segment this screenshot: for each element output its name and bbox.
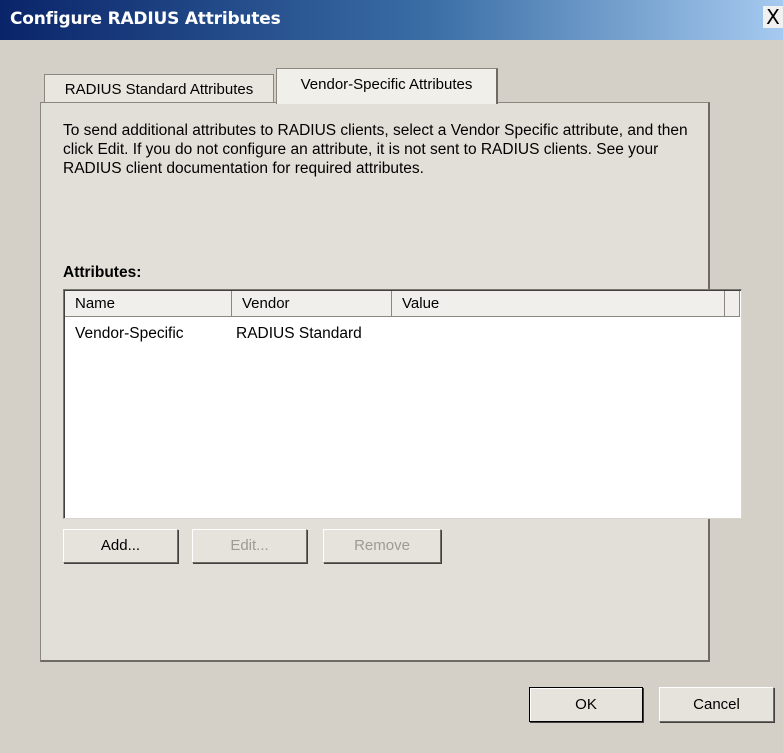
list-header: Name Vendor Value <box>65 291 740 317</box>
tab-radius-standard-attributes[interactable]: RADIUS Standard Attributes <box>44 74 274 103</box>
window-title: Configure RADIUS Attributes <box>10 9 281 29</box>
close-icon[interactable]: X <box>763 6 783 28</box>
column-header-filler <box>725 291 740 317</box>
remove-button[interactable]: Remove <box>323 529 441 563</box>
cancel-button[interactable]: Cancel <box>659 687 774 722</box>
ok-button[interactable]: OK <box>529 687 643 722</box>
row-vendor-cell: RADIUS Standard <box>236 325 362 342</box>
edit-button[interactable]: Edit... <box>192 529 307 563</box>
tab-vendor-specific-attributes[interactable]: Vendor-Specific Attributes <box>276 68 498 104</box>
title-bar: Configure RADIUS Attributes X <box>0 0 783 40</box>
attributes-list[interactable]: Name Vendor Value Vendor-Specific RADIUS… <box>63 289 742 519</box>
row-name-cell: Vendor-Specific <box>75 325 184 342</box>
column-header-vendor[interactable]: Vendor <box>232 291 392 317</box>
table-row[interactable]: Vendor-Specific RADIUS Standard <box>65 323 740 345</box>
column-header-name[interactable]: Name <box>65 291 232 317</box>
attributes-label: Attributes: <box>63 264 142 281</box>
column-header-value[interactable]: Value <box>392 291 725 317</box>
description-text: To send additional attributes to RADIUS … <box>63 122 688 177</box>
add-button[interactable]: Add... <box>63 529 178 563</box>
